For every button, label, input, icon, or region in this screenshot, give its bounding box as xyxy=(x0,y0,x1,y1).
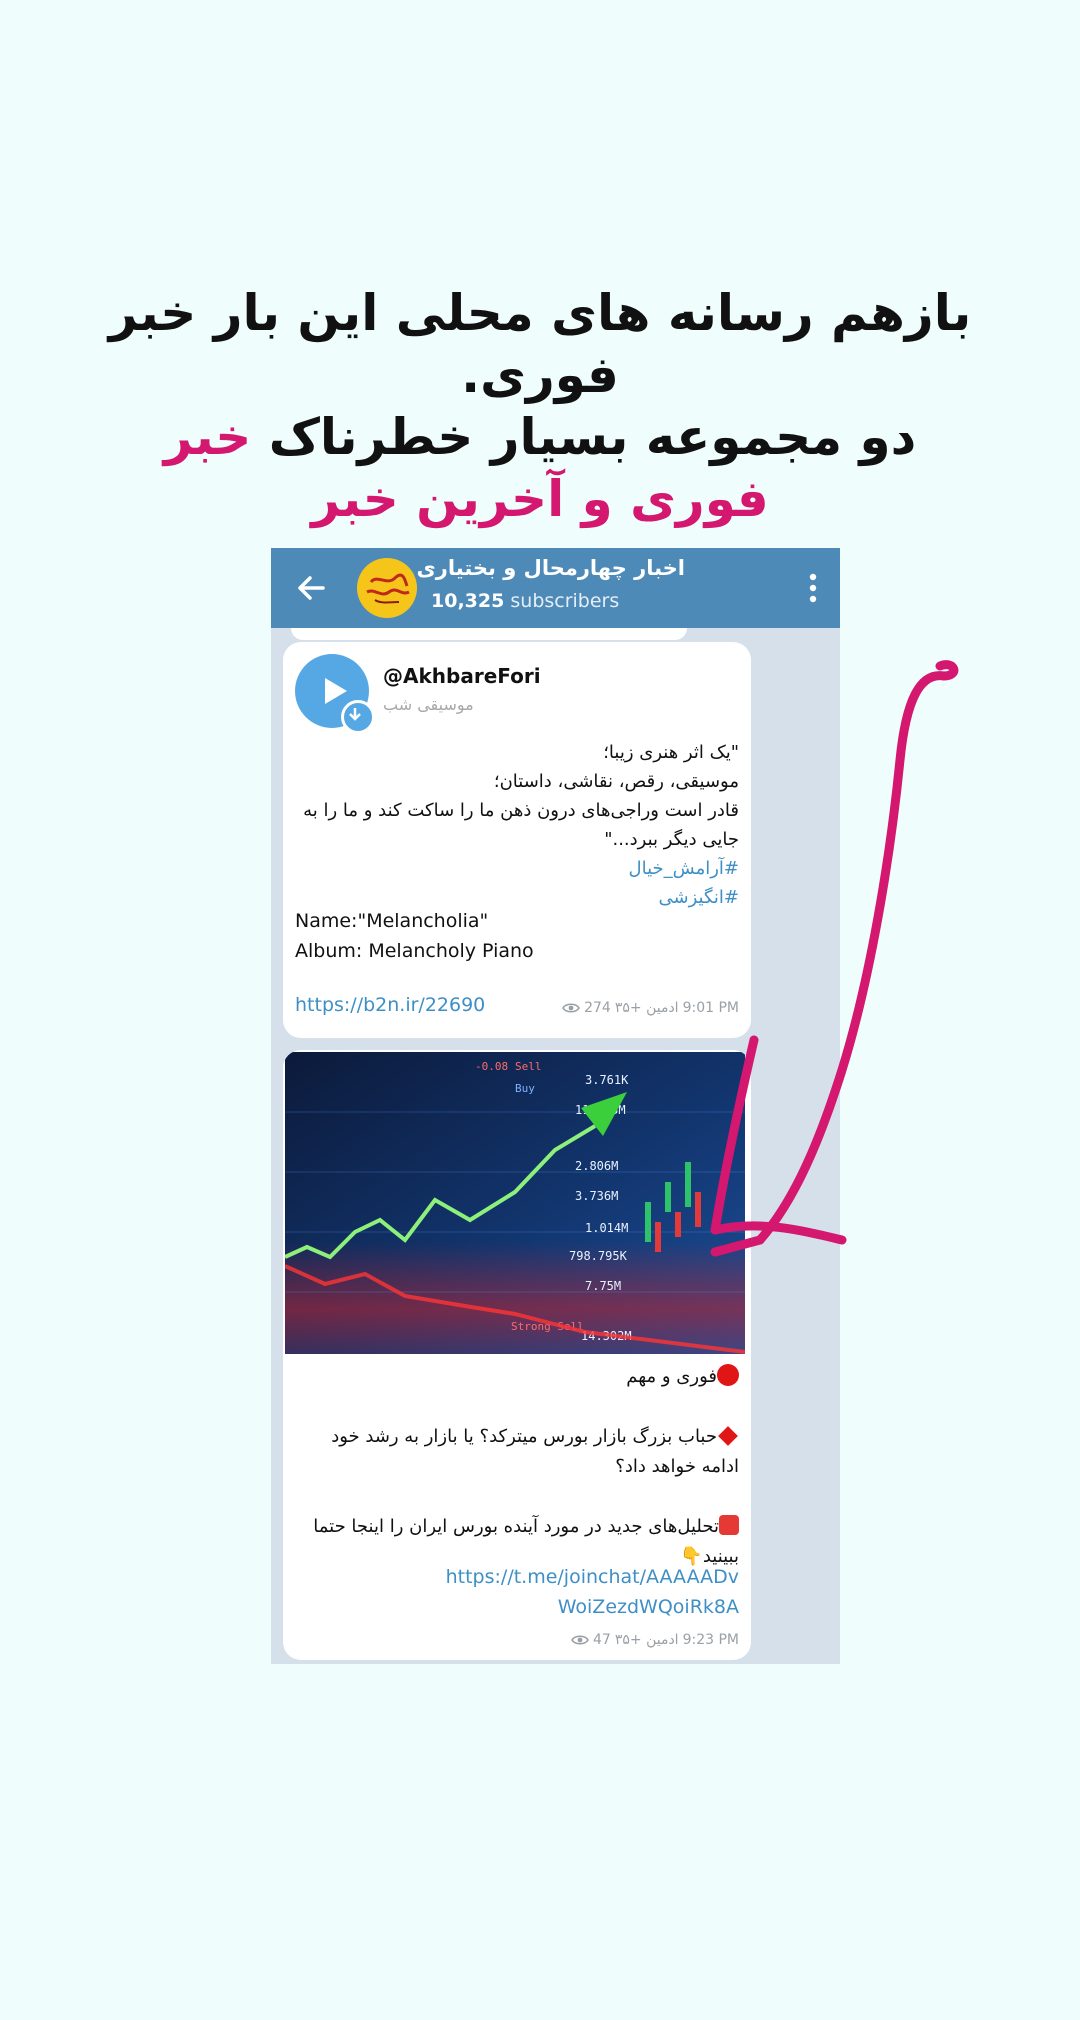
news-line-text: حباب بزرگ بازار بورس میترکد؟ یا بازار به… xyxy=(331,1426,739,1477)
news-line: حباب بزرگ بازار بورس میترکد؟ یا بازار به… xyxy=(299,1422,739,1482)
message-text: "یک اثر هنری زیبا؛ موسیقی، رقص، نقاشی، د… xyxy=(299,738,739,912)
message-link[interactable]: https://b2n.ir/22690 xyxy=(295,994,485,1016)
news-line: فوری و مهم xyxy=(299,1362,739,1392)
eye-icon xyxy=(562,1003,581,1013)
join-link-text[interactable]: https://t.me/joinchat/AAAAADvWoiZezdWQoi… xyxy=(439,1562,739,1622)
image-text: Sell xyxy=(515,1060,542,1073)
track-subtitle: موسیقی شب xyxy=(383,695,474,714)
channel-title: اخبار چهارمحال و بختیاری xyxy=(416,556,685,580)
news-message[interactable]: -0.08 Sell 3.761K Buy 11.525M 2.806M 3.7… xyxy=(283,1050,751,1660)
image-text: Buy xyxy=(515,1082,535,1095)
subscriber-number: 10,325 xyxy=(431,590,505,612)
siren-icon xyxy=(719,1515,739,1535)
headline: بازهم رسانه های محلی این بار خبر فوری. د… xyxy=(90,282,990,530)
download-icon[interactable] xyxy=(341,700,375,734)
image-text: -0.08 xyxy=(475,1060,508,1073)
poem-line: قادر است وراجی‌های درون ذهن ما را ساکت ک… xyxy=(303,800,739,850)
track-performer: @AkhbareFori xyxy=(383,664,541,688)
image-text: 1.014M xyxy=(585,1221,628,1235)
headline-line2: دو مجموعه بسیار خطرناک خبر فوری و آخرین … xyxy=(90,406,990,530)
image-text: 7.75M xyxy=(585,1279,621,1293)
music-message[interactable]: @AkhbareFori موسیقی شب "یک اثر هنری زیبا… xyxy=(283,642,751,1038)
song-info: Name:"Melancholia" Album: Melancholy Pia… xyxy=(295,906,534,966)
subscriber-label: subscribers xyxy=(510,590,620,612)
join-link[interactable]: https://t.me/joinchat/AAAAADvWoiZezdWQoi… xyxy=(299,1562,739,1622)
headline-line1: بازهم رسانه های محلی این بار خبر فوری. xyxy=(108,284,972,404)
channel-header: اخبار چهارمحال و بختیاری 10,325 subscrib… xyxy=(271,548,840,628)
post-time: 9:01 PM xyxy=(682,1000,739,1016)
image-text: 2.806M xyxy=(575,1159,618,1173)
news-line-text: تحلیل‌های جدید در مورد آینده بورس ایران … xyxy=(313,1516,739,1567)
message-meta: 274 ادمین +۳۵ 9:01 PM xyxy=(562,1000,739,1016)
play-icon xyxy=(325,678,347,704)
eye-icon xyxy=(571,1635,589,1645)
poem-line: "یک اثر هنری زیبا؛ xyxy=(603,742,739,763)
song-album: Album: Melancholy Piano xyxy=(295,940,534,962)
poem-line: موسیقی، رقص، نقاشی، داستان؛ xyxy=(493,771,739,792)
image-text: 3.736M xyxy=(575,1189,618,1203)
red-circle-icon xyxy=(717,1364,739,1386)
hashtag[interactable]: #آرامش_خیال xyxy=(299,854,740,883)
news-text: فوری و مهم حباب بزرگ بازار بورس میترکد؟ … xyxy=(299,1362,739,1572)
telegram-screenshot: اخبار چهارمحال و بختیاری 10,325 subscrib… xyxy=(271,548,840,1664)
image-text: 798.795K xyxy=(569,1249,628,1263)
view-count: 47 xyxy=(593,1632,611,1648)
post-author: ادمین +۳۵ xyxy=(614,1000,679,1016)
news-line-text: فوری و مهم xyxy=(626,1366,717,1387)
post-time: 9:23 PM xyxy=(682,1632,739,1648)
subscriber-count: 10,325 subscribers xyxy=(431,590,619,612)
image-text: 3.761K xyxy=(585,1073,629,1087)
red-diamond-icon xyxy=(718,1426,738,1446)
back-arrow-icon[interactable] xyxy=(293,570,329,606)
song-name: Name:"Melancholia" xyxy=(295,910,489,932)
post-author: ادمین +۳۵ xyxy=(614,1632,679,1648)
previous-message-edge xyxy=(291,628,687,640)
headline-line2-main: دو مجموعه بسیار خطرناک xyxy=(268,408,917,466)
message-meta: 47 ادمین +۳۵ 9:23 PM xyxy=(571,1632,739,1648)
more-menu-icon[interactable] xyxy=(808,572,818,604)
view-count: 274 xyxy=(584,1000,611,1016)
stock-market-image[interactable]: -0.08 Sell 3.761K Buy 11.525M 2.806M 3.7… xyxy=(285,1052,745,1354)
